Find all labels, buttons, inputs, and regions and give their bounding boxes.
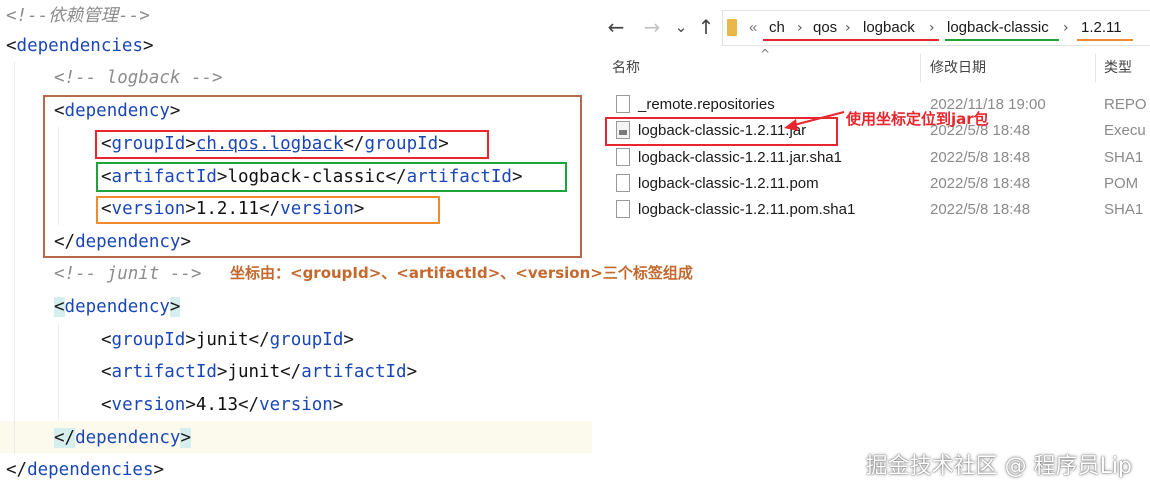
junit-artifactid-value: junit — [227, 362, 281, 382]
file-icon — [616, 95, 630, 113]
red-box-groupid — [95, 130, 489, 159]
file-explorer: ← → ⌄ ↑ « ch › qos › logback › logback-c… — [592, 0, 1150, 494]
file-type: SHA1 — [1104, 201, 1144, 218]
junit-artifactid-line[interactable]: <artifactId>junit</artifactId> — [101, 356, 417, 388]
green-box-artifactid — [96, 162, 567, 192]
orange-box-version — [96, 196, 440, 224]
file-name: logback-classic-1.2.11.pom.sha1 — [638, 201, 856, 218]
junit-groupid-value: junit — [195, 330, 249, 350]
jar-annotation: 使用坐标定位到jar包 — [846, 110, 989, 128]
address-bar[interactable]: « ch › qos › logback › logback-classic ›… — [722, 10, 1150, 46]
file-icon — [616, 174, 630, 192]
file-type: POM — [1104, 175, 1139, 192]
file-date: 2022/5/8 18:48 — [930, 149, 1031, 166]
file-date: 2022/5/8 18:48 — [930, 175, 1031, 192]
file-date: 2022/5/8 18:48 — [930, 201, 1031, 218]
forward-arrow-icon[interactable]: → — [640, 13, 664, 41]
junit-version-line[interactable]: <version>4.13</version> — [101, 389, 343, 421]
up-arrow-icon[interactable]: ↑ — [694, 13, 718, 41]
watermark: 掘金技术社区 @ 程序员Lip — [865, 454, 1132, 479]
file-row[interactable]: logback-classic-1.2.11.jar.sha1 2022/5/8… — [592, 145, 1150, 171]
file-row[interactable]: logback-classic-1.2.11.pom.sha1 2022/5/8… — [592, 197, 1150, 223]
column-header-name[interactable]: 名称 — [612, 52, 640, 82]
file-icon — [616, 200, 630, 218]
file-name: logback-classic-1.2.11.pom — [638, 175, 819, 192]
comment-dependency-management: <!--依赖管理--> — [6, 6, 150, 26]
breadcrumb-overflow-icon[interactable]: « — [749, 11, 757, 45]
junit-groupid-line[interactable]: <groupId>junit</groupId> — [101, 324, 354, 356]
dependencies-close-tag[interactable]: </dependencies> — [6, 454, 164, 486]
junit-version-value: 4.13 — [195, 395, 239, 415]
file-type: SHA1 — [1104, 149, 1144, 166]
comment-junit: <!-- junit --> — [54, 264, 202, 284]
junit-dependency-close-tag[interactable]: </dependency> — [54, 422, 191, 454]
column-header-type[interactable]: 类型 — [1104, 52, 1132, 82]
file-type: REPO — [1104, 96, 1147, 113]
breadcrumb-separator-icon: › — [1063, 20, 1069, 36]
indent-guide — [58, 323, 59, 421]
column-divider[interactable] — [920, 54, 921, 82]
column-header-modified[interactable]: 修改日期 — [930, 52, 986, 82]
file-icon — [616, 148, 630, 166]
file-name: logback-classic-1.2.11.jar.sha1 — [638, 149, 842, 166]
file-name: _remote.repositories — [638, 96, 775, 113]
column-divider[interactable] — [1095, 54, 1096, 82]
folder-icon — [727, 19, 737, 36]
junit-dependency-open-tag[interactable]: <dependency> — [54, 291, 181, 323]
file-type: Execu — [1104, 122, 1146, 139]
comment-logback: <!-- logback --> — [54, 68, 223, 88]
sort-ascending-icon: ^ — [760, 47, 771, 61]
indent-guide — [14, 62, 15, 454]
file-row[interactable]: logback-classic-1.2.11.pom 2022/5/8 18:4… — [592, 171, 1150, 197]
coordinate-annotation: 坐标由：<groupId>、<artifactId>、<version>三个标签… — [230, 264, 693, 282]
back-arrow-icon[interactable]: ← — [604, 13, 628, 41]
red-underline — [763, 39, 939, 41]
chevron-down-icon[interactable]: ⌄ — [672, 13, 690, 41]
green-underline — [945, 39, 1059, 41]
red-arrow-icon — [784, 111, 845, 131]
orange-underline — [1077, 39, 1133, 41]
dependencies-open-tag[interactable]: <dependencies> — [6, 30, 154, 62]
